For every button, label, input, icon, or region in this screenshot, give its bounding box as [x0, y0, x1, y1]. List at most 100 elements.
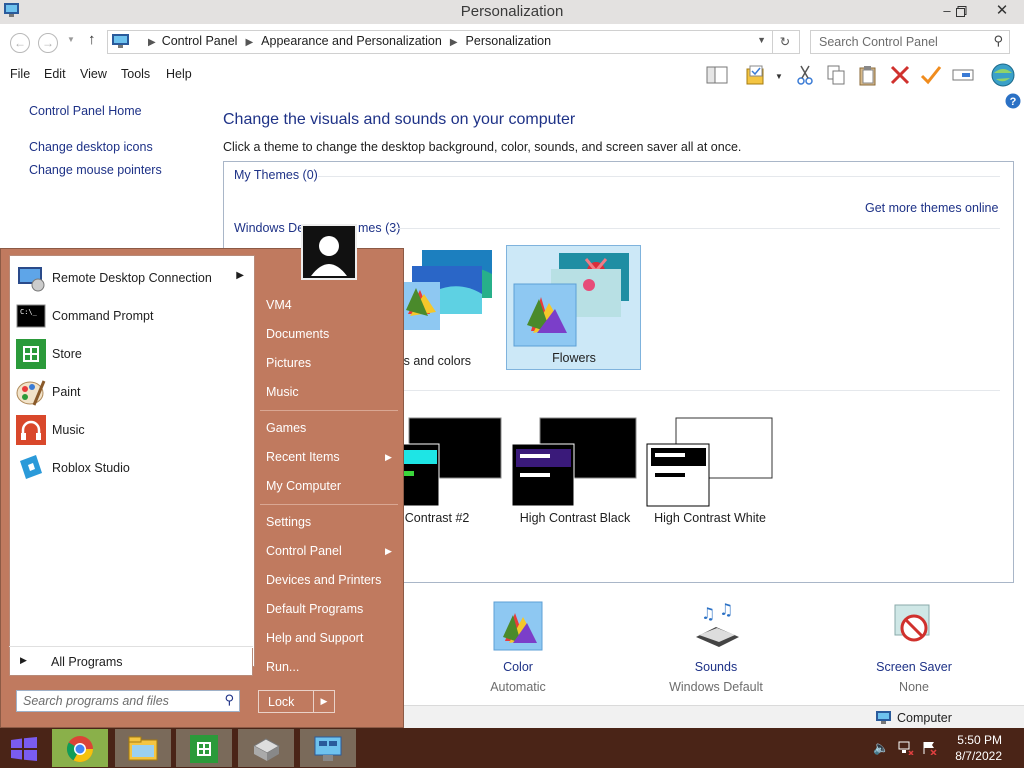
search-icon: ⚲	[224, 692, 234, 707]
up-button[interactable]: ↑	[88, 31, 96, 48]
forward-button[interactable]: →	[38, 33, 58, 53]
copy-icon[interactable]	[825, 64, 847, 86]
status-computer: Computer	[897, 711, 952, 725]
help-icon[interactable]: ?	[1005, 93, 1021, 109]
search-input[interactable]: Search Control Panel ⚲	[810, 30, 1010, 54]
taskbar-chrome[interactable]	[52, 729, 108, 767]
start-button[interactable]	[0, 729, 48, 767]
color-setting[interactable]: Color Automatic	[453, 601, 583, 694]
start-help-support[interactable]: Help and Support	[266, 631, 363, 645]
breadcrumb: ▶ Control Panel ▶ Appearance and Personaliz…	[148, 34, 551, 48]
screen-saver-setting[interactable]: Screen Saver None	[849, 601, 979, 694]
preview-pane-icon[interactable]	[706, 64, 728, 86]
windows-default-themes-header[interactable]: Windows De	[234, 221, 304, 235]
breadcrumb-personalization[interactable]: Personalization	[466, 34, 551, 48]
screen-saver-label[interactable]: Screen Saver	[849, 660, 979, 674]
clock[interactable]: 5:50 PM 8/7/2022	[955, 732, 1002, 764]
properties-icon[interactable]	[745, 64, 767, 86]
scanner-icon	[252, 738, 281, 761]
menu-help[interactable]: Help	[166, 67, 192, 81]
command-prompt-icon: C:\_	[16, 304, 46, 328]
volume-muted-icon[interactable]: 🔈	[873, 740, 889, 756]
rename-icon[interactable]	[952, 64, 974, 86]
recent-pages-dropdown[interactable]: ▼	[67, 35, 75, 44]
start-my-computer[interactable]: My Computer	[266, 479, 341, 493]
start-documents[interactable]: Documents	[266, 327, 329, 341]
start-run[interactable]: Run...	[266, 660, 299, 674]
submenu-arrow-icon: ▶	[385, 452, 392, 462]
theme-high-contrast-black[interactable]: High Contrast Black	[510, 416, 640, 526]
start-vm4[interactable]: VM4	[266, 298, 292, 312]
taskbar-control-panel[interactable]	[300, 729, 356, 767]
cut-icon[interactable]	[794, 64, 816, 86]
sounds-label[interactable]: Sounds	[651, 660, 781, 674]
start-pictures[interactable]: Pictures	[266, 356, 311, 370]
program-remote-desktop[interactable]: Remote Desktop Connection ▶	[14, 260, 248, 296]
program-command-prompt[interactable]: C:\_ Command Prompt	[14, 298, 248, 334]
group-divider	[394, 390, 1000, 391]
breadcrumb-appearance[interactable]: Appearance and Personalization	[261, 34, 442, 48]
start-games[interactable]: Games	[266, 421, 306, 435]
start-control-panel[interactable]: Control Panel	[266, 544, 342, 558]
change-mouse-pointers-link[interactable]: Change mouse pointers	[29, 163, 162, 177]
paste-icon[interactable]	[857, 64, 879, 86]
theme-thumbnail	[511, 417, 637, 507]
start-default-programs[interactable]: Default Programs	[266, 602, 363, 616]
restore-button[interactable]	[946, 0, 976, 22]
start-music[interactable]: Music	[266, 385, 299, 399]
chevron-right-icon[interactable]: ▶	[450, 37, 458, 48]
user-avatar[interactable]	[301, 224, 357, 280]
close-button[interactable]: ✕	[985, 0, 1019, 22]
sounds-setting[interactable]: ♫ ♫ Sounds Windows Default	[651, 600, 781, 694]
checkmark-icon[interactable]	[920, 64, 942, 86]
menu-tools[interactable]: Tools	[121, 67, 150, 81]
change-desktop-icons-link[interactable]: Change desktop icons	[29, 140, 153, 154]
address-dropdown-icon[interactable]: ▼	[757, 35, 766, 45]
theme-flowers[interactable]: Flowers	[506, 245, 641, 370]
delete-icon[interactable]	[889, 64, 911, 86]
action-center-icon[interactable]	[922, 741, 938, 755]
back-button[interactable]: ←	[10, 33, 30, 53]
start-settings[interactable]: Settings	[266, 515, 311, 529]
chevron-right-icon[interactable]: ▶	[148, 37, 156, 48]
theme-lines-and-colors[interactable]: ines and colors	[387, 244, 499, 372]
program-store[interactable]: Store	[14, 336, 248, 372]
control-panel-home-link[interactable]: Control Panel Home	[29, 104, 142, 118]
taskbar-store[interactable]	[176, 729, 232, 767]
windows-logo-icon	[11, 737, 37, 761]
refresh-icon: ↻	[779, 35, 791, 49]
program-paint[interactable]: Paint	[14, 374, 248, 410]
menu-file[interactable]: File	[10, 67, 30, 81]
remote-desktop-icon	[18, 267, 45, 292]
submenu-arrow-icon: ▶	[236, 270, 244, 281]
svg-text:?: ?	[1010, 96, 1017, 108]
start-search-input[interactable]: Search programs and files ⚲	[16, 690, 240, 712]
get-more-themes-link[interactable]: Get more themes online	[865, 201, 998, 215]
globe-icon[interactable]	[990, 62, 1016, 88]
network-icon[interactable]	[898, 741, 914, 755]
theme-high-contrast-2[interactable]: igh Contrast #2	[385, 416, 504, 526]
my-themes-header[interactable]: My Themes (0)	[234, 168, 318, 182]
taskbar-device-app[interactable]	[238, 729, 294, 767]
start-recent-items[interactable]: Recent Items	[266, 450, 340, 464]
start-devices-printers[interactable]: Devices and Printers	[266, 573, 381, 587]
lock-button[interactable]: Lock	[258, 690, 314, 713]
refresh-button[interactable]: ↻	[771, 30, 800, 54]
lock-options-button[interactable]: ▶	[314, 690, 335, 713]
properties-dropdown-icon[interactable]: ▼	[775, 72, 783, 81]
chevron-right-icon[interactable]: ▶	[245, 37, 253, 48]
all-programs[interactable]: ▶ All Programs	[9, 648, 253, 676]
program-roblox-studio[interactable]: Roblox Studio	[14, 450, 248, 486]
menu-edit[interactable]: Edit	[44, 67, 66, 81]
breadcrumb-control-panel[interactable]: Control Panel	[162, 34, 238, 48]
menu-view[interactable]: View	[80, 67, 107, 81]
group-divider	[394, 228, 1000, 229]
theme-high-contrast-white[interactable]: High Contrast White	[645, 416, 775, 526]
taskbar-file-explorer[interactable]	[115, 729, 171, 767]
svg-text:♫: ♫	[701, 604, 715, 623]
address-bar[interactable]: ▶ Control Panel ▶ Appearance and Personaliz…	[107, 30, 773, 54]
paint-icon	[16, 380, 46, 406]
color-label[interactable]: Color	[453, 660, 583, 674]
divider	[260, 410, 398, 411]
program-music[interactable]: Music	[14, 412, 248, 448]
